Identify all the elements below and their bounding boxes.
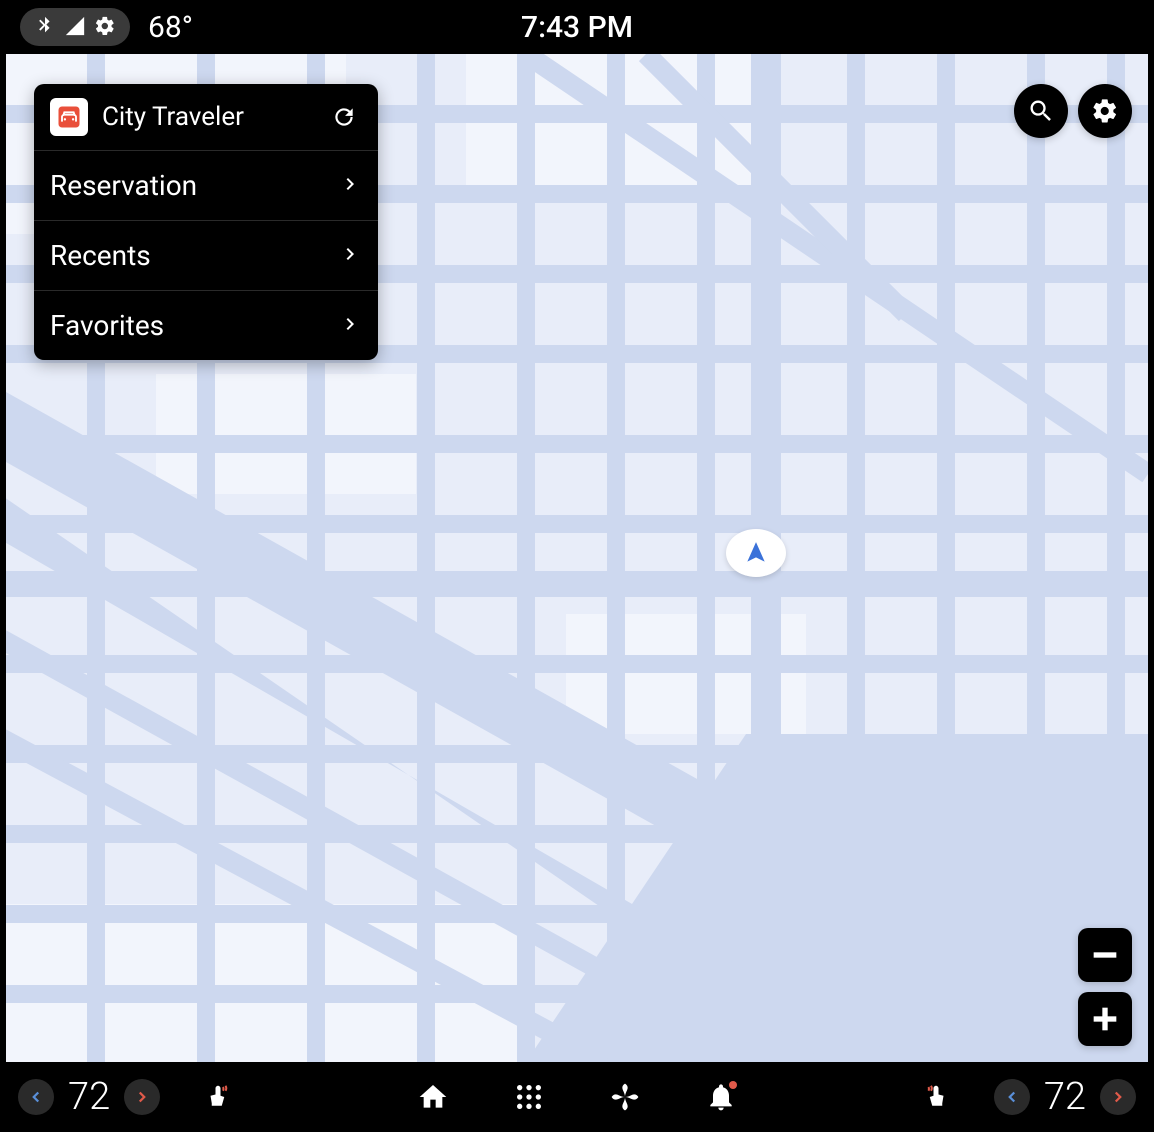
zoom-controls [1078,928,1132,1046]
left-temperature: 72 [68,1075,110,1119]
map-action-buttons [1014,84,1132,138]
zoom-out-button[interactable] [1078,928,1132,982]
search-button[interactable] [1014,84,1068,138]
status-bar: 68° 7:43 PM [0,0,1154,54]
menu-item-label: Recents [50,239,151,272]
menu-item-label: Favorites [50,309,164,342]
home-button[interactable] [415,1079,451,1115]
current-location-marker [726,529,786,577]
menu-item-recents[interactable]: Recents [34,221,378,291]
notifications-button[interactable] [703,1079,739,1115]
notification-dot-icon [729,1081,737,1089]
left-climate-control: 72 [18,1075,266,1119]
left-temp-down-button[interactable] [18,1079,54,1115]
right-climate-control: 72 [888,1075,1136,1119]
bottom-system-bar: 72 72 [0,1062,1154,1132]
right-temperature: 72 [1044,1075,1086,1119]
gear-icon [94,11,116,44]
app-icon [50,98,88,136]
outside-temperature: 68° [148,10,193,45]
apps-button[interactable] [511,1079,547,1115]
fan-button[interactable] [607,1079,643,1115]
chevron-right-icon [338,312,362,340]
right-seat-heat-button[interactable] [918,1079,954,1115]
system-nav-icons [415,1079,739,1115]
chevron-right-icon [338,172,362,200]
panel-header: City Traveler [34,84,378,151]
left-temp-up-button[interactable] [124,1079,160,1115]
signal-icon [64,11,86,44]
left-seat-heat-button[interactable] [200,1079,236,1115]
menu-item-label: Reservation [50,169,197,202]
chevron-right-icon [338,242,362,270]
bluetooth-icon [34,11,56,44]
clock: 7:43 PM [521,10,633,45]
app-title: City Traveler [102,102,326,132]
zoom-in-button[interactable] [1078,992,1132,1046]
right-temp-down-button[interactable] [994,1079,1030,1115]
menu-item-favorites[interactable]: Favorites [34,291,378,360]
reload-button[interactable] [326,99,362,135]
navigation-side-panel: City Traveler Reservation Recents Favori… [34,84,378,360]
status-icons-pill [20,8,130,46]
settings-button[interactable] [1078,84,1132,138]
right-temp-up-button[interactable] [1100,1079,1136,1115]
map-view[interactable]: City Traveler Reservation Recents Favori… [6,54,1148,1062]
menu-item-reservation[interactable]: Reservation [34,151,378,221]
